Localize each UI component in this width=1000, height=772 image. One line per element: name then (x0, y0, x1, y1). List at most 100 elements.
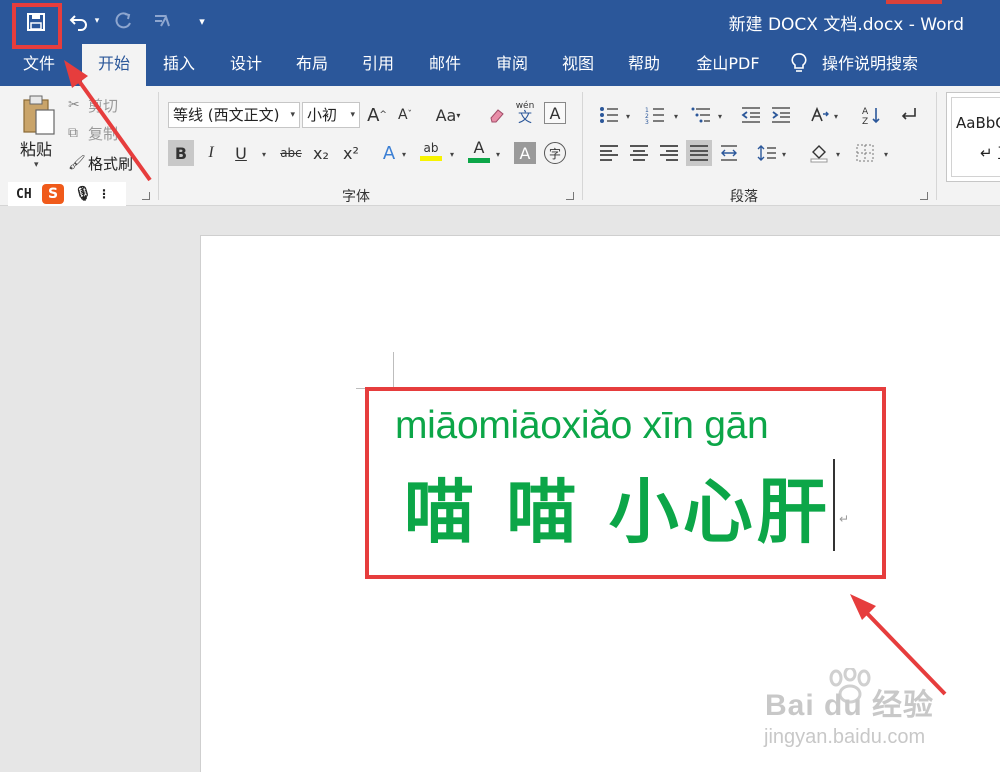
borders-dropdown-icon[interactable]: ▾ (884, 150, 888, 159)
sogou-logo-icon[interactable]: S (42, 184, 64, 204)
line-spacing-dropdown-icon[interactable]: ▾ (782, 150, 786, 159)
show-formatting-marks-button[interactable] (896, 102, 922, 128)
grow-font-button[interactable]: A ^ (364, 102, 390, 128)
shrink-font-button[interactable]: Aˇ (392, 102, 418, 128)
subscript-button[interactable]: x₂ (308, 140, 334, 166)
lightbulb-icon (791, 53, 807, 72)
bullets-button[interactable] (596, 102, 622, 128)
align-center-button[interactable] (626, 140, 652, 166)
undo-button[interactable]: ▾ (64, 6, 104, 36)
copy-icon: ⧉ (68, 125, 78, 141)
format-painter-button[interactable]: 🖌 格式刷 (68, 152, 133, 174)
tab-view[interactable]: 视图 (553, 44, 603, 86)
phonetic-guide-button[interactable]: wén 文 (512, 100, 538, 126)
tab-design[interactable]: 设计 (221, 44, 271, 86)
svg-text:Z: Z (862, 117, 868, 125)
increase-indent-button[interactable] (768, 102, 794, 128)
title-accent (886, 0, 942, 4)
scissors-icon: ✂ (68, 97, 80, 113)
align-center-icon (630, 145, 648, 161)
italic-button[interactable]: I (198, 140, 224, 166)
decrease-indent-button[interactable] (738, 102, 764, 128)
text-effects-dropdown-icon[interactable]: ▾ (402, 150, 406, 159)
font-color-dropdown-icon[interactable]: ▾ (496, 150, 500, 159)
tab-mailings[interactable]: 邮件 (420, 44, 470, 86)
character-border-button[interactable]: A (544, 102, 566, 124)
paint-bucket-icon (810, 145, 828, 163)
change-case-button[interactable]: Aa ▾ (430, 102, 466, 128)
font-name-combo[interactable]: 等线 (西文正文) ▾ (168, 102, 300, 128)
font-size-combo[interactable]: 小初 ▾ (302, 102, 360, 128)
highlight-dropdown-icon[interactable]: ▾ (450, 150, 454, 159)
underline-dropdown-icon[interactable]: ▾ (262, 150, 266, 159)
clear-formatting-button[interactable] (484, 102, 510, 128)
tab-help[interactable]: 帮助 (619, 44, 669, 86)
svg-text:A: A (862, 107, 869, 117)
bold-button[interactable]: B (168, 140, 194, 166)
cut-button[interactable]: ✂ 剪切 (68, 94, 118, 116)
cut-label: 剪切 (88, 96, 119, 115)
superscript-button[interactable]: x² (338, 140, 364, 166)
shading-button[interactable] (806, 140, 832, 166)
numbering-button[interactable]: 123 (642, 102, 668, 128)
text-direction-button[interactable] (806, 102, 832, 128)
enclose-characters-button[interactable]: 字 (544, 142, 566, 164)
group-divider (936, 92, 937, 200)
multilevel-dropdown-icon[interactable]: ▾ (718, 112, 722, 121)
distributed-button[interactable] (716, 140, 742, 166)
tab-file[interactable]: 文件 (14, 44, 64, 86)
multilevel-list-button[interactable] (688, 102, 714, 128)
font-group-label: 字体 (342, 189, 370, 205)
underline-button[interactable]: U (228, 140, 254, 166)
paste-icon[interactable] (20, 94, 58, 140)
align-left-button[interactable] (596, 140, 622, 166)
redo-button[interactable] (112, 6, 136, 36)
numbering-dropdown-icon[interactable]: ▾ (674, 112, 678, 121)
bullets-dropdown-icon[interactable]: ▾ (626, 112, 630, 121)
text-direction-dropdown-icon[interactable]: ▾ (834, 112, 838, 121)
tell-me-search[interactable]: 操作说明搜索 (820, 44, 920, 86)
tab-references[interactable]: 引用 (353, 44, 403, 86)
paste-dropdown-icon[interactable]: ▾ (34, 160, 39, 170)
microphone-icon[interactable]: 🎙 (72, 186, 94, 202)
return-arrow-icon (901, 108, 916, 120)
style-normal[interactable]: AaBbC ↵ 正 (951, 97, 1000, 177)
borders-icon (856, 144, 874, 162)
paste-button[interactable]: 粘贴 (20, 136, 52, 160)
undo-dropdown-icon[interactable]: ▾ (95, 16, 100, 26)
justify-button[interactable] (686, 140, 712, 166)
style-name: ↵ 正 (980, 144, 1000, 162)
grow-font-icon: A (367, 104, 380, 126)
copy-button[interactable]: ⧉ 复制 (68, 122, 118, 144)
repeat-button[interactable] (148, 6, 176, 36)
ime-mode-toggle[interactable]: CH (16, 187, 42, 202)
strikethrough-button[interactable]: abc (276, 140, 306, 166)
clipboard-launcher-icon[interactable] (142, 192, 150, 200)
more-options-icon[interactable]: ⋮ (94, 187, 114, 201)
align-right-button[interactable] (656, 140, 682, 166)
character-shading-button[interactable]: A (514, 142, 536, 164)
sort-button[interactable]: AZ (858, 102, 884, 128)
text-highlight-box (365, 387, 886, 579)
tab-insert[interactable]: 插入 (154, 44, 204, 86)
shading-dropdown-icon[interactable]: ▾ (836, 150, 840, 159)
highlight-button[interactable]: ab (418, 138, 444, 164)
customize-qat-button[interactable]: ▾ (192, 6, 212, 36)
tab-review[interactable]: 审阅 (487, 44, 537, 86)
tab-kingsoft-pdf[interactable]: 金山PDF (688, 44, 768, 86)
ribbon-home: 粘贴 ▾ ✂ 剪切 ⧉ 复制 🖌 格式刷 CH S 🎙 ⋮ 等线 (西文正文) … (0, 86, 1000, 206)
group-divider (582, 92, 583, 200)
paragraph-launcher-icon[interactable] (920, 192, 928, 200)
line-spacing-button[interactable] (754, 140, 780, 166)
highlight-color-swatch (420, 155, 442, 161)
borders-button[interactable] (852, 140, 878, 166)
styles-gallery[interactable]: AaBbC ↵ 正 (946, 92, 1000, 182)
text-effects-button[interactable]: A (376, 140, 402, 166)
font-color-button[interactable]: A (466, 138, 492, 164)
font-launcher-icon[interactable] (566, 192, 574, 200)
align-right-icon (660, 145, 678, 161)
tab-layout[interactable]: 布局 (287, 44, 337, 86)
chevron-down-icon: ▾ (290, 110, 295, 120)
title-bar: ▾ ▾ 新建 DOCX 文档.docx - Word (0, 0, 1000, 44)
tab-home[interactable]: 开始 (82, 44, 146, 86)
